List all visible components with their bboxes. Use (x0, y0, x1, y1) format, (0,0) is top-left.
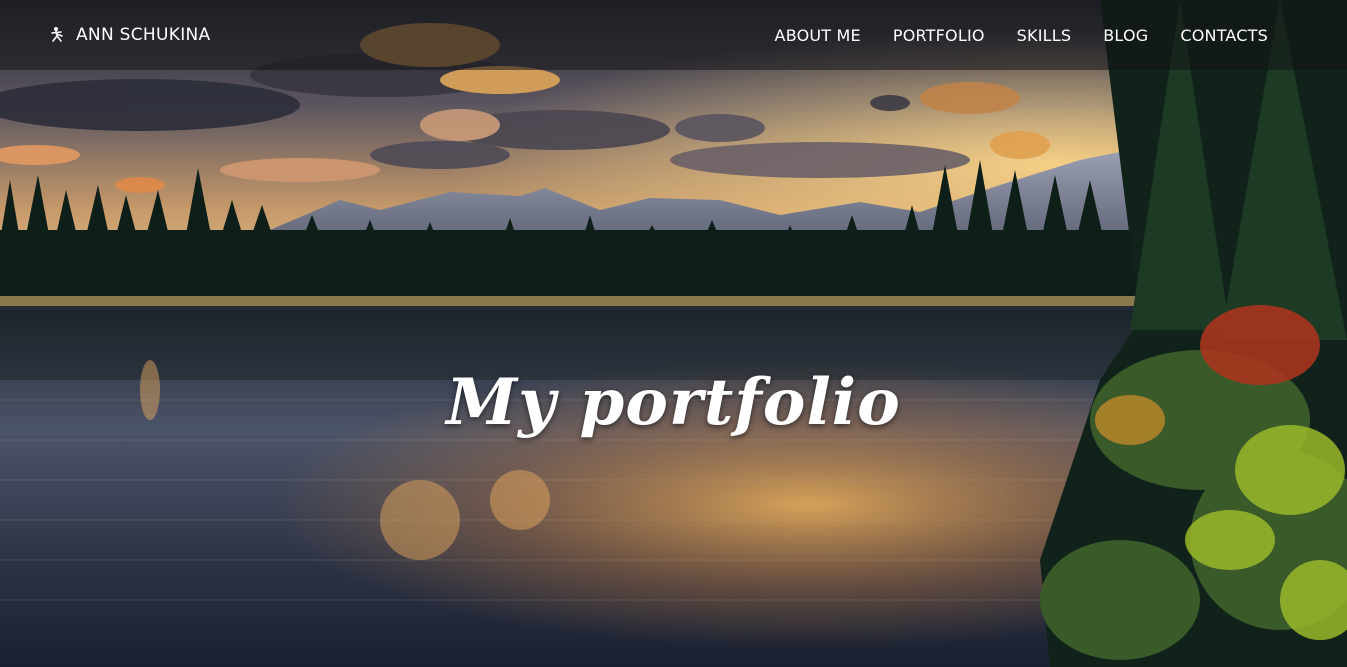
nav-item-contacts[interactable]: CONTACTS (1180, 26, 1268, 45)
dancer-icon (48, 26, 66, 44)
nav-item-portfolio[interactable]: PORTFOLIO (893, 26, 985, 45)
hero-background (0, 0, 1347, 667)
brand-link[interactable]: ANN SCHUKINA (48, 25, 210, 45)
nav-item-skills[interactable]: SKILLS (1017, 26, 1072, 45)
nav-item-blog[interactable]: BLOG (1103, 26, 1148, 45)
hero-title: My portfolio (446, 364, 901, 440)
nav-item-about-me[interactable]: ABOUT ME (775, 26, 861, 45)
main-nav: ABOUT ME PORTFOLIO SKILLS BLOG CONTACTS (775, 26, 1268, 45)
brand-name: ANN SCHUKINA (76, 25, 211, 45)
landscape-image (0, 0, 1347, 667)
top-navbar: ANN SCHUKINA ABOUT ME PORTFOLIO SKILLS B… (0, 0, 1347, 70)
